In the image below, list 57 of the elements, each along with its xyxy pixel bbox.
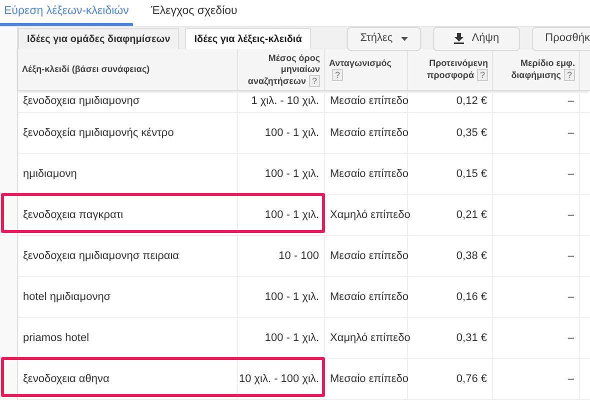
table-cell-text: 100 - 1 χιλ. <box>264 330 319 346</box>
table-cell-text: Μεσαίο επίπεδο <box>330 290 409 305</box>
table-cell-text: Μεσαίο επίπεδο <box>330 248 409 264</box>
table-cell-text: priamos hotel <box>23 330 90 346</box>
column-header: Μέσος όρος μηνιαίων αναζητήσεων ? <box>246 52 320 86</box>
table-cell-text: – <box>568 372 574 387</box>
sub-tab[interactable]: Ιδέες για ομάδες διαφημίσεων <box>18 28 180 49</box>
column-header: Μερίδιο εμφ. διαφήμισης ? <box>510 58 575 81</box>
download-button[interactable]: Λήψη <box>432 26 520 50</box>
help-badge: ? <box>564 69 575 81</box>
table-cell-text: ξενοδοχεια ημιδιαμονησ πειραια <box>23 248 180 264</box>
table-cell-text: 100 - 1 χιλ. <box>264 290 319 305</box>
column-header: Λέξη-κλειδί (βάσει συνάφειας) <box>22 64 150 75</box>
help-badge: ? <box>332 69 344 81</box>
help-badge: ? <box>476 69 488 81</box>
column-header: Προτεινόμενη προσφορά ? <box>426 58 488 81</box>
table-cell-text: ξενοδοχεια παγκρατι <box>23 208 124 223</box>
table-cell-text: 0,35 € <box>456 126 487 141</box>
table-cell-text: ξενοδοχεία ημιδιαμονής κέντρο <box>23 126 174 141</box>
table-cell-text: Μεσαίο επίπεδο <box>330 94 409 110</box>
table-cell-text: Μεσαίο επίπεδο <box>330 372 409 387</box>
table-cell-text: 0,12 € <box>456 94 487 110</box>
table-cell-text: – <box>568 290 574 305</box>
table-cell-text: 0,16 € <box>456 290 487 305</box>
table-cell-text: 10 χιλ. - 100 χιλ. <box>238 372 319 387</box>
table-cell-text: Μεσαίο επίπεδο <box>330 126 409 141</box>
table-cell-text: – <box>568 126 574 141</box>
caret-icon <box>400 36 408 40</box>
table-cell-text: ημιδιαμονη <box>23 166 77 182</box>
table-cell-text: 0,76 € <box>456 372 487 387</box>
table-cell-text: hotel ημιδιαμονησ <box>23 290 111 305</box>
table-cell-text: – <box>568 208 574 223</box>
table-cell-text: – <box>568 248 574 264</box>
add-button[interactable]: Προσθήκ <box>532 26 590 50</box>
table-cell-text: Μεσαίο επίπεδο <box>330 166 409 182</box>
table-cell-text: ξενοδοχεια ημιδιαμονησ <box>23 94 140 110</box>
table-cell-text: 100 - 1 χιλ. <box>264 126 319 141</box>
columns-dropdown[interactable]: Στήλες <box>347 26 421 50</box>
sub-tab[interactable]: Ιδέες για λέξεις-κλειδιά <box>185 28 311 49</box>
table-cell-text: 10 - 100 <box>278 248 319 264</box>
table-cell-text: 0,31 € <box>456 330 487 346</box>
table-cell-text: 0,38 € <box>456 248 487 264</box>
table-cell-text: – <box>568 166 574 182</box>
table-cell-text: ξενοδοχεια αθηνα <box>23 372 110 387</box>
table-cell-text: Χαμηλό επίπεδο <box>330 208 410 223</box>
table-cell-text: 100 - 1 χιλ. <box>264 166 319 182</box>
table-cell-text: 100 - 1 χιλ. <box>264 208 319 223</box>
help-badge: ? <box>308 74 320 86</box>
table-cell-text: – <box>568 94 574 110</box>
column-header: Ανταγωνισμός ? <box>329 58 392 81</box>
table-cell-text: – <box>568 330 574 346</box>
download-icon <box>454 33 464 44</box>
table-cell-text: 0,21 € <box>456 208 487 223</box>
table-cell-text: 0,15 € <box>456 166 487 182</box>
table-cell-text: 1 χιλ. - 10 χιλ. <box>251 94 319 110</box>
table-cell-text: Χαμηλό επίπεδο <box>330 330 410 346</box>
main-tab[interactable]: Έλεγχος σχεδίου <box>146 0 242 26</box>
